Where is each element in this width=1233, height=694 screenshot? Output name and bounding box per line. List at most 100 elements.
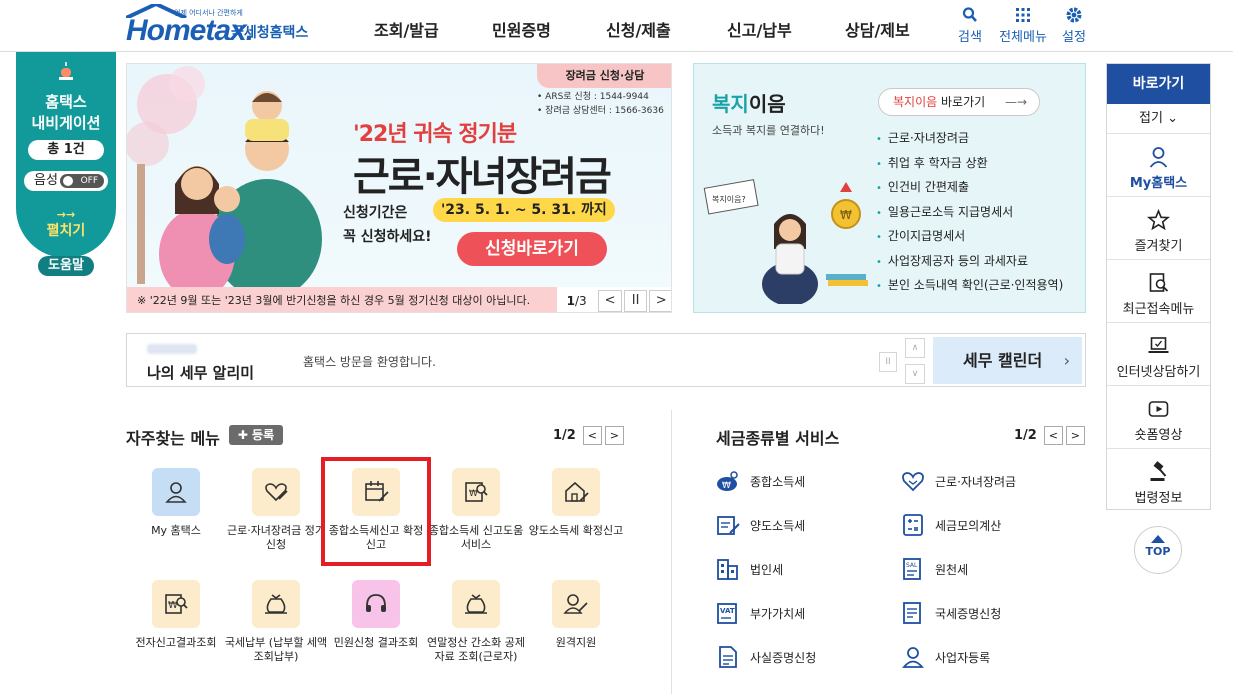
laptop-icon xyxy=(1148,337,1169,353)
tax-service-item[interactable]: VAT 부가가치세 xyxy=(716,601,805,625)
settings-button[interactable]: 설정 xyxy=(1046,6,1102,45)
tax-service-item[interactable]: 양도소득세 xyxy=(716,513,805,537)
banner-pause-button[interactable]: II xyxy=(623,289,648,312)
favorite-item[interactable]: ₩ 전자신고결과조회 xyxy=(124,580,228,650)
register-favorite-button[interactable]: ✚ 등록 xyxy=(229,425,283,445)
nav-certificate[interactable]: 민원증명 xyxy=(492,17,551,41)
document-icon xyxy=(719,646,737,668)
gear-icon xyxy=(1066,7,1082,23)
welfare-item[interactable]: 간이지급명세서 xyxy=(876,224,1063,249)
help-button[interactable]: 도움말 xyxy=(38,256,94,276)
tax-alert-box: 나의 세무 알리미 홈택스 방문을 환영합니다. II ∧ ∨ 세무 캘린더 › xyxy=(126,333,1086,387)
welfare-title: 복지이음 xyxy=(712,92,786,116)
section-divider xyxy=(671,410,672,694)
quick-links-title: 바로가기 xyxy=(1107,64,1210,104)
quick-link-shortform-video[interactable]: 숏폼영상 xyxy=(1107,386,1210,449)
favorite-item[interactable]: 국세납부 (납부할 세액 조회납부) xyxy=(224,580,328,664)
alert-pause-button[interactable]: II xyxy=(879,352,897,372)
tax-service-item[interactable]: 세금모의계산 xyxy=(901,513,1001,537)
search-icon xyxy=(962,7,977,22)
house-pen-icon xyxy=(565,481,589,502)
favorite-item[interactable]: My 홈택스 xyxy=(124,468,228,538)
receipt-icon: SAL xyxy=(903,558,921,580)
welfare-item[interactable]: 취업 후 학자금 상환 xyxy=(876,151,1063,176)
favorite-item[interactable]: 근로·자녀장려금 정기신청 xyxy=(224,468,328,552)
svg-text:SAL: SAL xyxy=(906,562,918,569)
quick-link-online-consult[interactable]: 인터넷상담하기 xyxy=(1107,323,1210,386)
quick-link-recent-menu[interactable]: 최근접속메뉴 xyxy=(1107,260,1210,323)
money-bag-icon xyxy=(465,594,487,614)
alert-up-button[interactable]: ∧ xyxy=(905,338,925,358)
quick-link-law-info[interactable]: 법령정보 xyxy=(1107,449,1210,512)
money-bag-icon xyxy=(265,594,287,614)
quick-link-favorites[interactable]: 즐겨찾기 xyxy=(1107,197,1210,260)
favorite-item[interactable]: 원격지원 xyxy=(524,580,628,650)
favorite-item[interactable]: 연말정산 간소화 공제자료 조회(근로자) xyxy=(424,580,528,664)
tax-service-item[interactable]: 사실증명신청 xyxy=(716,645,816,669)
welfare-list: 근로·자녀장려금 취업 후 학자금 상환 인건비 간편제출 일용근로소득 지급명… xyxy=(876,126,1063,298)
favorite-item[interactable]: 민원신청 결과조회 xyxy=(324,580,428,650)
tax-calendar-button[interactable]: 세무 캘린더 › xyxy=(933,337,1082,384)
banner-must-text: 꼭 신청하세요! xyxy=(343,229,432,245)
tax-alert-message: 홈택스 방문을 환영합니다. xyxy=(303,355,436,369)
person-icon xyxy=(902,647,924,668)
quick-link-my-hometax[interactable]: My홈택스 xyxy=(1107,134,1210,197)
grid-icon xyxy=(1016,8,1030,22)
all-menu-button[interactable]: 전체메뉴 xyxy=(995,6,1051,45)
favorites-title: 자주찾는 메뉴 xyxy=(126,429,220,448)
tax-service-item[interactable]: 국세증명신청 xyxy=(901,601,1001,625)
tax-service-item[interactable]: 법인세 xyxy=(716,557,783,581)
banner-page-indicator: 1/3 xyxy=(566,293,587,308)
favorite-item[interactable]: ₩ 종합소득세 신고도움 서비스 xyxy=(424,468,528,552)
person-icon xyxy=(1149,147,1168,168)
navigation-title: 홈택스 내비게이션 xyxy=(31,93,101,132)
welfare-item[interactable]: 사업장제공자 등의 과세자료 xyxy=(876,249,1063,274)
tax-service-item[interactable]: SAL 원천세 xyxy=(901,557,968,581)
tax-service-title: 세금종류별 서비스 xyxy=(716,429,840,448)
nav-filing[interactable]: 신고/납부 xyxy=(727,17,792,41)
star-icon xyxy=(1146,209,1171,231)
hometax-logo[interactable]: 언제 어디서나 간편하게 Hometax. 국세청홈택스 xyxy=(126,4,316,48)
won-coins-icon: ₩ xyxy=(717,471,738,491)
document-search-icon: ₩ xyxy=(465,482,488,502)
alert-down-button[interactable]: ∨ xyxy=(905,364,925,384)
nav-consult[interactable]: 상담/제보 xyxy=(845,17,910,41)
vat-icon: VAT xyxy=(717,603,737,624)
favorites-next-button[interactable]: > xyxy=(604,426,624,445)
certificate-icon xyxy=(903,602,921,624)
welfare-item[interactable]: 근로·자녀장려금 xyxy=(876,126,1063,151)
nav-inquiry[interactable]: 조회/발급 xyxy=(374,17,439,41)
welfare-item[interactable]: 일용근로소득 지급명세서 xyxy=(876,200,1063,225)
tax-service-item[interactable]: 사업자등록 xyxy=(901,645,990,669)
banner-prev-button[interactable]: < xyxy=(598,289,622,312)
logo-subtitle: 국세청홈택스 xyxy=(231,25,309,41)
tax-service-item[interactable]: ₩ 종합소득세 xyxy=(716,469,805,493)
apply-now-button[interactable]: 신청바로가기 xyxy=(457,232,607,266)
tax-service-item[interactable]: 근로·자녀장려금 xyxy=(901,469,1016,493)
svg-text:VAT: VAT xyxy=(720,607,735,615)
calculator-icon xyxy=(903,514,923,536)
banner-contact: • ARS로 신청 : 1544-9944 • 장려금 상담센터 : 1566-… xyxy=(537,92,664,116)
building-icon xyxy=(717,559,738,580)
voice-label: 음성 xyxy=(34,173,58,188)
welfare-goto-button[interactable]: 복지이음 바로가기 —→ xyxy=(878,88,1040,116)
favorite-item[interactable]: 양도소득세 확정신고 xyxy=(524,468,628,538)
favorites-pager: 1/2 < > xyxy=(553,426,624,445)
heart-icon xyxy=(902,472,924,492)
tax-service-prev-button[interactable]: < xyxy=(1043,426,1063,445)
banner-next-button[interactable]: > xyxy=(649,289,671,312)
person-icon xyxy=(165,482,187,503)
scroll-top-button[interactable]: TOP xyxy=(1134,526,1182,574)
navigation-count-badge[interactable]: 총 1건 xyxy=(28,140,104,160)
fold-button[interactable]: 접기 ⌄ xyxy=(1107,104,1210,134)
main-banner[interactable]: 장려금 신청·상담 • ARS로 신청 : 1544-9944 • 장려금 상담… xyxy=(126,63,672,313)
tax-service-pager: 1/2 < > xyxy=(1014,426,1085,445)
welfare-item[interactable]: 인건비 간편제출 xyxy=(876,175,1063,200)
tax-service-next-button[interactable]: > xyxy=(1065,426,1085,445)
welfare-item[interactable]: 본인 소득내역 확인(근로·인적용역) xyxy=(876,273,1063,298)
search-button[interactable]: 검색 xyxy=(942,6,998,45)
nav-apply[interactable]: 신청/제출 xyxy=(606,17,671,41)
expand-button[interactable]: 펼치기 xyxy=(16,220,116,240)
favorites-prev-button[interactable]: < xyxy=(582,426,602,445)
voice-toggle[interactable]: OFF xyxy=(60,174,104,188)
